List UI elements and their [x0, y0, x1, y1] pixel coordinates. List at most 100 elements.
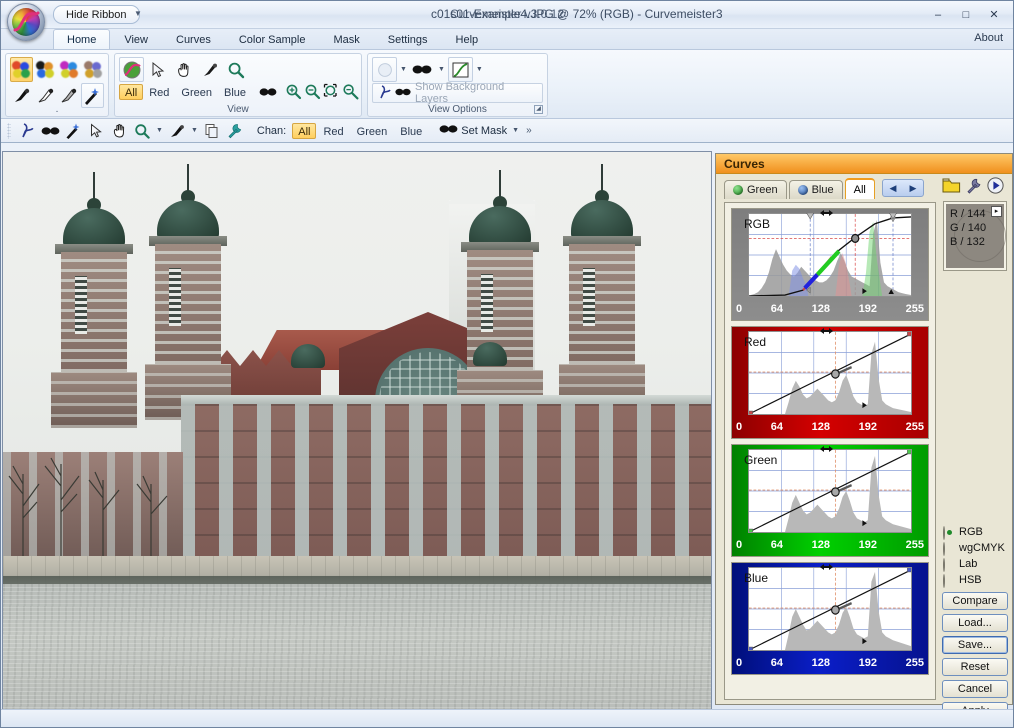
curvemeister-orb-icon[interactable]: [119, 57, 144, 82]
zoom-fit-icon[interactable]: [322, 83, 341, 101]
toolbar-channel-red[interactable]: Red: [317, 123, 349, 139]
radio-indicator[interactable]: [943, 557, 945, 572]
mask-glasses-icon[interactable]: [258, 83, 278, 101]
curves-tab-blue[interactable]: Blue: [788, 180, 843, 199]
eyedropper-icon[interactable]: [166, 121, 188, 141]
chevron-down-icon[interactable]: ▼: [398, 66, 409, 73]
view-channel-green[interactable]: Green: [175, 84, 218, 100]
curve-marker-red[interactable]: [820, 326, 833, 334]
radio-wgcmyk[interactable]: wgCMYK: [943, 540, 1005, 556]
maximize-button[interactable]: □: [953, 6, 979, 23]
color-balls-black-icon[interactable]: [34, 57, 57, 82]
magic-wand-icon[interactable]: [62, 121, 84, 141]
tab-home[interactable]: Home: [53, 29, 111, 49]
curve-graph-button[interactable]: ▼: [447, 57, 485, 82]
save-button[interactable]: Save...: [942, 636, 1008, 654]
curve-graph-icon[interactable]: [447, 57, 473, 82]
curve-box-green[interactable]: Green 0 64 128 192 255: [731, 444, 929, 557]
view-channel-all[interactable]: All: [119, 83, 144, 100]
color-balls-orange-icon[interactable]: [10, 57, 33, 82]
curve-marker-green[interactable]: [820, 444, 833, 452]
chevron-down-icon[interactable]: ▼: [131, 7, 145, 21]
nav-prev-button[interactable]: ◀: [883, 180, 903, 196]
image-canvas[interactable]: n: [2, 151, 712, 711]
set-mask-button[interactable]: Set Mask ▼: [439, 123, 521, 138]
tab-view[interactable]: View: [110, 29, 162, 49]
toolbar-channel-all[interactable]: All: [292, 122, 317, 139]
zoom-actual-icon[interactable]: [341, 83, 360, 101]
curve-plot-rgb[interactable]: [748, 213, 912, 297]
curve-plot-blue[interactable]: [747, 566, 913, 653]
tab-mask[interactable]: Mask: [319, 29, 373, 49]
color-readout[interactable]: ▸ R / 144 G / 140 B / 132: [943, 201, 1007, 271]
dialog-launcher-icon[interactable]: ◢: [534, 105, 543, 114]
chevron-down-icon[interactable]: ▼: [510, 127, 521, 134]
curves-header-icons: [942, 177, 1004, 197]
curves-tab-all[interactable]: All: [844, 178, 875, 199]
zoom-in-icon[interactable]: [284, 83, 303, 101]
curvemeister-orb-icon[interactable]: [7, 3, 45, 41]
zoom-out-icon[interactable]: [303, 83, 322, 101]
hand-pan-icon[interactable]: [171, 57, 196, 82]
ribbon-group-view-options-label: View Options: [428, 104, 487, 115]
magnifier-icon[interactable]: [131, 121, 153, 141]
hand-pan-icon[interactable]: [108, 121, 130, 141]
curve-box-rgb[interactable]: RGB 0 64 128 192 255: [731, 208, 929, 321]
tab-color-sample[interactable]: Color Sample: [225, 29, 320, 49]
curve-marker-rgb[interactable]: [820, 208, 833, 216]
chevron-down-icon[interactable]: ▼: [189, 127, 200, 134]
wrench-icon[interactable]: [224, 121, 246, 141]
close-button[interactable]: ✕: [981, 6, 1007, 23]
chevron-down-icon[interactable]: ▼: [154, 127, 165, 134]
curve-plot-red[interactable]: [747, 330, 913, 417]
curves-tab-row: Green Blue All ◀ ▶: [716, 177, 1012, 199]
view-channel-red[interactable]: Red: [143, 84, 175, 100]
tab-curves[interactable]: Curves: [162, 29, 225, 49]
radio-indicator[interactable]: [943, 573, 945, 588]
curves-tab-green[interactable]: Green: [724, 180, 787, 199]
mask-glasses-icon[interactable]: [39, 121, 61, 141]
tab-help[interactable]: Help: [442, 29, 493, 49]
curve-box-blue[interactable]: Blue 0 64 128 192 255: [731, 562, 929, 675]
radio-indicator[interactable]: [943, 525, 945, 540]
mask-glasses-button[interactable]: ▼: [410, 57, 447, 82]
toolbar-overflow-button[interactable]: »: [526, 125, 532, 136]
sphere-preview-icon[interactable]: [372, 57, 397, 82]
hide-ribbon-button[interactable]: Hide Ribbon: [53, 5, 140, 24]
radio-rgb[interactable]: RGB: [943, 524, 1005, 540]
reset-button[interactable]: Reset: [942, 658, 1008, 676]
curve-box-red[interactable]: Red 0 64 128 192 255: [731, 326, 929, 439]
wrench-icon[interactable]: [966, 178, 982, 197]
radio-lab[interactable]: Lab: [943, 556, 1005, 572]
cancel-button[interactable]: Cancel: [942, 680, 1008, 698]
play-button-icon[interactable]: [987, 177, 1004, 197]
show-background-layers-button[interactable]: Show Background Layers: [372, 81, 543, 105]
about-link[interactable]: About: [974, 32, 1003, 44]
nav-next-button[interactable]: ▶: [903, 180, 923, 196]
tab-settings[interactable]: Settings: [374, 29, 442, 49]
view-channel-blue[interactable]: Blue: [218, 84, 252, 100]
eyedropper-icon[interactable]: [197, 57, 222, 82]
yellow-folder-icon[interactable]: [942, 177, 961, 197]
magnifier-icon[interactable]: [223, 57, 248, 82]
curve-marker-blue[interactable]: [820, 562, 833, 570]
toolbar-channel-blue[interactable]: Blue: [394, 123, 428, 139]
chevron-down-icon[interactable]: ▼: [436, 66, 447, 73]
pin-icon[interactable]: [16, 121, 38, 141]
color-balls-grey-icon[interactable]: [82, 57, 105, 82]
minimize-button[interactable]: –: [925, 6, 951, 23]
color-balls-magenta-icon[interactable]: [58, 57, 81, 82]
radio-indicator[interactable]: [943, 541, 945, 556]
compare-button[interactable]: Compare: [942, 592, 1008, 610]
load-button[interactable]: Load...: [942, 614, 1008, 632]
toolbar-channel-green[interactable]: Green: [351, 123, 394, 139]
copy-icon[interactable]: [201, 121, 223, 141]
toolbar-grip[interactable]: [7, 122, 11, 139]
mask-glasses-icon[interactable]: [410, 57, 435, 82]
chevron-down-icon[interactable]: ▼: [474, 66, 485, 73]
arrow-cursor-icon[interactable]: [145, 57, 170, 82]
curves-graph-list[interactable]: RGB 0 64 128 192 255 Red 0 64 128 192 25…: [724, 202, 936, 700]
arrow-cursor-icon[interactable]: [85, 121, 107, 141]
radio-hsb[interactable]: HSB: [943, 572, 1005, 588]
sphere-preview-button[interactable]: ▼: [372, 57, 409, 82]
